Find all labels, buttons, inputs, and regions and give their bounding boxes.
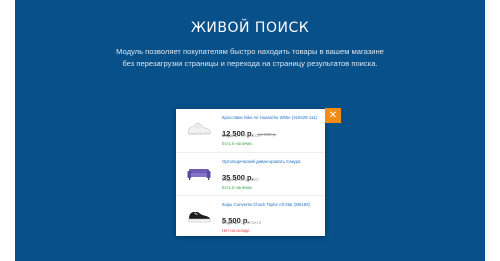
model-label: Модель:	[222, 177, 239, 182]
product-old-price: 15 000 р.	[257, 132, 277, 137]
product-model: Модель: converse15	[222, 220, 261, 225]
model-value: converse15	[239, 220, 262, 225]
search-result-item[interactable]: Кроссовки Nike Air Huarache White (31842…	[176, 109, 325, 151]
search-result-item[interactable]: Кеды Converse Chuck Taylor All Star (M91…	[176, 195, 325, 236]
model-value: AirHuaC03	[239, 133, 260, 138]
stock-status: Есть в наличии	[222, 141, 252, 146]
search-results-popup: Кроссовки Nike Air Huarache White (31842…	[176, 109, 325, 236]
description-line-2: без перезагрузки страницы и перехода на …	[122, 59, 378, 68]
product-model: Модель: AirHuaC03	[222, 133, 260, 138]
stock-status: Нет на складе	[222, 228, 250, 233]
search-result-item[interactable]: Ортопедический диван-кровать Сакура 35 5…	[176, 152, 325, 194]
model-value: divan0200	[239, 177, 259, 182]
product-name-link[interactable]: Кеды Converse Chuck Taylor All Star (M91…	[222, 202, 322, 207]
stock-status: Есть в наличии	[222, 185, 252, 190]
page-description: Модуль позволяет покупателям быстро нахо…	[90, 46, 410, 70]
sneaker-icon	[187, 123, 211, 135]
close-icon: ✕	[328, 110, 338, 121]
model-label: Модель:	[222, 133, 239, 138]
model-label: Модель:	[222, 220, 239, 225]
sofa-icon	[187, 169, 211, 180]
product-name-link[interactable]: Ортопедический диван-кровать Сакура	[222, 159, 322, 164]
product-model: Модель: divan0200	[222, 177, 259, 182]
converse-shoe-icon	[188, 212, 211, 223]
close-button[interactable]: ✕	[325, 108, 341, 123]
product-name-link[interactable]: Кроссовки Nike Air Huarache White (31842…	[222, 115, 322, 120]
page-title: ЖИВОЙ ПОИСК	[190, 20, 310, 36]
description-line-1: Модуль позволяет покупателям быстро нахо…	[116, 47, 384, 56]
